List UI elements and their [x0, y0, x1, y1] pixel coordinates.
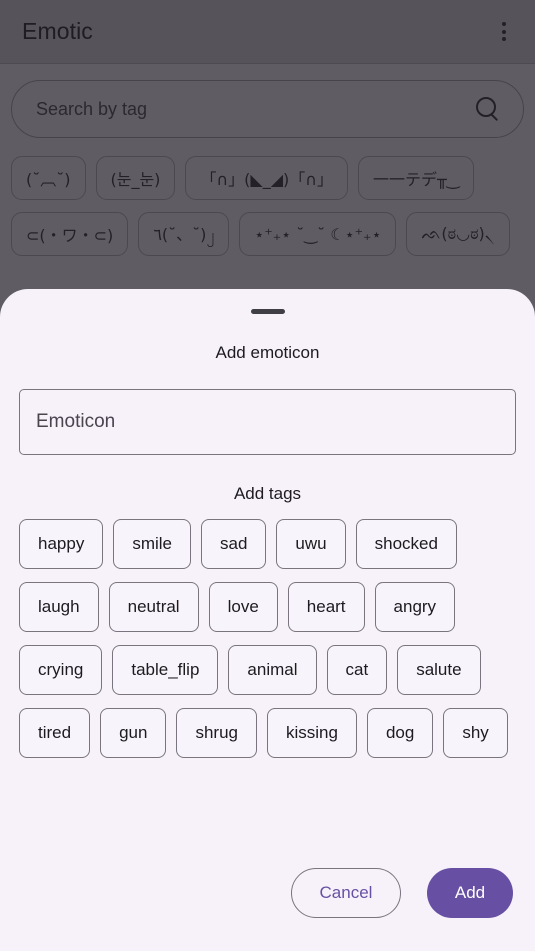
emoticon-card[interactable]: 「∩」(◣_◢)「∩」 — [185, 156, 348, 200]
tag-chip[interactable]: cat — [326, 645, 388, 695]
tag-chip[interactable]: shy — [443, 708, 508, 758]
dot — [502, 37, 506, 41]
emoticon-card[interactable]: ⋆⁺₊⋆ ˘‿˘ ☾⋆⁺₊⋆ — [239, 212, 397, 256]
tag-chip[interactable]: table_flip — [112, 645, 219, 695]
tag-chip[interactable]: heart — [287, 582, 365, 632]
tag-chip[interactable]: gun — [100, 708, 167, 758]
tag-chip[interactable]: neutral — [108, 582, 199, 632]
emoticon-card[interactable]: ٦(˘、˘)၂ — [138, 212, 230, 256]
more-vert-icon[interactable] — [487, 15, 521, 49]
add-emoticon-bottom-sheet: Add emoticon Emoticon Add tags happy smil… — [0, 289, 535, 951]
tag-chip[interactable]: angry — [374, 582, 456, 632]
emoticon-input-placeholder: Emoticon — [36, 411, 116, 432]
emoticon-grid: (˘︹˘) (눈_눈) 「∩」(◣_◢)「∩」 一一テデ╥‿ ⊂(・ワ・⊂) ٦(˘、˘)… — [0, 138, 535, 256]
tag-chip[interactable]: shocked — [355, 519, 457, 569]
emoticon-card[interactable]: ⊂(・ワ・⊂) — [11, 212, 129, 256]
search-bar-container: Search by tag — [0, 64, 535, 138]
tag-chip[interactable]: laugh — [19, 582, 99, 632]
emoticon-card[interactable]: (눈_눈) — [95, 156, 176, 200]
tag-chip[interactable]: sad — [201, 519, 267, 569]
tag-chip[interactable]: crying — [19, 645, 103, 695]
tags-section-title: Add tags — [233, 484, 302, 503]
add-button[interactable]: Add — [427, 868, 513, 918]
dot — [502, 22, 506, 26]
sheet-title: Add emoticon — [215, 343, 320, 362]
tag-chip[interactable]: tired — [19, 708, 91, 758]
emoticon-card[interactable]: (˘︹˘) — [11, 156, 86, 200]
tag-chip[interactable]: uwu — [276, 519, 346, 569]
search-icon[interactable] — [475, 96, 501, 122]
tag-chip[interactable]: shrug — [176, 708, 257, 758]
search-placeholder: Search by tag — [36, 98, 148, 119]
drag-handle-icon[interactable] — [250, 309, 285, 314]
tags-list: happy smile sad uwu shocked laugh neutral love h… — [19, 519, 516, 758]
tag-chip[interactable]: smile — [113, 519, 191, 569]
tag-chip[interactable]: animal — [228, 645, 317, 695]
tag-chip[interactable]: love — [208, 582, 278, 632]
emoticon-input[interactable]: Emoticon — [19, 389, 516, 455]
tag-chip[interactable]: dog — [366, 708, 434, 758]
app-title: Emotic — [22, 18, 93, 44]
drag-handle-row[interactable] — [0, 289, 535, 314]
emoticon-card[interactable]: 一一テデ╥‿ — [357, 156, 475, 200]
cancel-button[interactable]: Cancel — [291, 868, 401, 918]
app-bar: Emotic — [0, 0, 535, 64]
search-input[interactable]: Search by tag — [11, 80, 524, 138]
tag-chip[interactable]: kissing — [266, 708, 357, 758]
tag-chip[interactable]: happy — [19, 519, 104, 569]
sheet-action-row: Cancel Add — [0, 849, 535, 951]
tags-scroll-area[interactable]: happy smile sad uwu shocked laugh neutral love h… — [0, 519, 535, 849]
dot — [502, 29, 506, 34]
emoticon-card[interactable]: ᨒ(ಠ◡ಠ)৲ — [406, 212, 510, 256]
tag-chip[interactable]: salute — [397, 645, 481, 695]
